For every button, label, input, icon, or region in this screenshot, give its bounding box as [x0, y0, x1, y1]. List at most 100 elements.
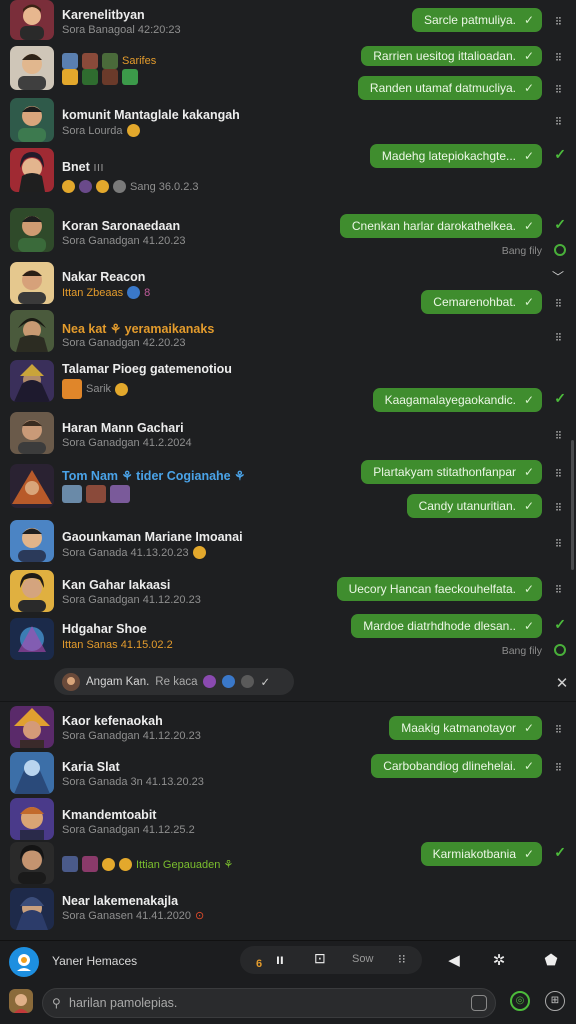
avatar	[10, 842, 54, 884]
chat-row[interactable]: Tom Nam ⚘ tider Cogianahe ⚘ Plartakyam s…	[0, 460, 576, 520]
chat-subtitle: Ittan Zbeaas 8	[62, 286, 151, 299]
chat-row[interactable]: Nakar Reacon Ittan Zbeaas 8 ﹀ Cemarenohba…	[0, 260, 576, 314]
camera-button[interactable]: ⊞	[545, 991, 565, 1011]
avatar	[10, 618, 54, 660]
chat-row[interactable]: Talamar Pioeg gatemenotiou Sarik Kaagama…	[0, 358, 576, 412]
message-bubble[interactable]: Cnenkan harlar darokathelkea. ✓	[339, 214, 542, 238]
avatar-thumb	[82, 53, 98, 69]
chat-subtitle	[62, 485, 130, 503]
chat-row[interactable]: Kaor kefenaokah Sora Ganadgan 41.12.20.2…	[0, 704, 576, 750]
close-icon[interactable]: ✕	[554, 674, 570, 692]
drag-handle-icon[interactable]: ⁝⁝	[551, 82, 565, 96]
chat-name: Koran Saronaedaan	[62, 219, 181, 233]
drag-handle-icon[interactable]: ⁝⁝	[551, 114, 565, 128]
chat-row[interactable]: Kmandemtoabit Sora Ganadgan 41.12.25.2	[0, 796, 576, 842]
chat-row[interactable]: Gaounkaman Mariane Imoanai Sora Ganada 4…	[0, 520, 576, 568]
toolbar-title: Yaner Hemaces	[52, 954, 138, 968]
drag-handle-icon[interactable]: ⁝⁝	[551, 500, 565, 514]
composer: ⚲ harilan pamolepias. ◎ ⊞	[0, 980, 576, 1024]
user-avatar[interactable]	[9, 989, 33, 1013]
chat-row[interactable]: Koran Saronaedaan Sora Ganadgan 41.20.23…	[0, 208, 576, 260]
chat-row[interactable]: Bnet ııı Sang 36.0.2.3 Madehg latepiokac…	[0, 144, 576, 208]
chat-name: Ittian Gepauaden ⚘	[136, 858, 234, 871]
read-check-icon: ✓	[523, 759, 534, 773]
message-bubble[interactable]: Mardoe diatrhdhode dlesan.. ✓	[351, 614, 542, 638]
chat-row[interactable]: Ittian Gepauaden ⚘ Karmiakotbania ✓ ✓	[0, 842, 576, 886]
message-bubble[interactable]: Candy utanuritian. ✓	[406, 494, 542, 518]
avatar-thumb	[86, 485, 106, 503]
globe-icon	[222, 675, 236, 688]
message-bubble[interactable]: Sarcle patmuliya. ✓	[411, 8, 542, 32]
pause-icon[interactable]: ıı	[276, 951, 284, 967]
chat-row[interactable]: Nea kat ⚘ yeramaikanaks Sora Ganadgan 42…	[0, 310, 576, 358]
message-bubble[interactable]: Madehg latepiokachgte... ✓	[369, 144, 542, 168]
avatar	[10, 98, 54, 142]
emoji-icon	[102, 857, 115, 871]
chat-name: Kan Gahar Iakaasi	[62, 578, 171, 592]
chat-name: Sarifes	[122, 55, 157, 67]
chat-row[interactable]: Karia Slat Sora Ganada 3n 41.13.20.23 Ca…	[0, 750, 576, 796]
drag-handle-icon[interactable]: ⁝⁝	[551, 296, 565, 310]
delivered-check-icon: ✓	[554, 616, 566, 632]
drag-handle-icon[interactable]: ⁝⁝	[551, 14, 565, 28]
chat-name: Near lakemenakajla	[62, 894, 179, 908]
megaphone-icon[interactable]: ◀	[444, 951, 464, 971]
drag-handle-icon[interactable]: ⁝⁝	[551, 466, 565, 480]
message-bubble[interactable]: Maakig katmanotayor ✓	[389, 716, 542, 740]
chat-row[interactable]: komunit Mantaglale kakangah Sora Lourda …	[0, 96, 576, 146]
message-input[interactable]: ⚲ harilan pamolepias.	[42, 988, 496, 1018]
chat-subtitle: Ittan Sanas 41.15.02.2	[62, 639, 173, 651]
read-check-icon: ✓	[523, 49, 534, 63]
chat-row[interactable]: Haran Mann Gachari Sora Ganadgan 41.2.20…	[0, 410, 576, 460]
inbox-icon[interactable]: ⊡	[314, 950, 326, 967]
chat-row[interactable]: Kan Gahar Iakaasi Sora Ganadgan 41.12.20…	[0, 568, 576, 616]
avatar-thumb	[122, 69, 138, 85]
counter-badge: 6	[256, 958, 263, 970]
chat-subtitle: Sora Ganadgan 41.2.2024	[62, 437, 192, 449]
avatar-thumb	[62, 856, 78, 872]
drag-handle-icon[interactable]: ⁝⁝	[551, 330, 565, 344]
app-logo-icon[interactable]	[9, 947, 39, 977]
chat-name: Nea kat ⚘ yeramaikanaks	[62, 322, 215, 336]
chat-subtitle: Sora Lourda	[62, 124, 140, 137]
chat-subtitle	[62, 69, 138, 85]
chat-row[interactable]: Karenelitbyan Sora Banagoal 42:20:23 Sar…	[0, 0, 576, 46]
chat-row[interactable]: Near lakemenakajla Sora Ganasen 41.41.20…	[0, 886, 576, 932]
scrollbar[interactable]	[571, 440, 574, 570]
message-bubble[interactable]: Rarrien uesitog ittalioadan. ✓	[361, 46, 542, 66]
chevron-down-icon[interactable]: ﹀	[552, 268, 564, 285]
reply-preview[interactable]: Angam Kan. Re kaca ✓	[54, 668, 294, 695]
message-bubble[interactable]: Carbobandiog dlinehelai. ✓	[371, 754, 542, 778]
read-check-icon: ✓	[523, 499, 534, 513]
shield-icon[interactable]: ⬟	[541, 951, 561, 971]
drag-handle-icon[interactable]: ⁝⁝	[551, 582, 565, 596]
input-placeholder: harilan pamolepias.	[69, 996, 178, 1010]
drag-handle-icon[interactable]: ⁝⁝	[551, 50, 565, 64]
emoji-icon	[119, 857, 132, 871]
drag-handle-icon[interactable]: ⁝⁝	[551, 428, 565, 442]
chat-subtitle: Sora Ganadgan 41.12.25.2	[62, 824, 195, 836]
message-bubble[interactable]: Karmiakotbania ✓	[420, 842, 542, 866]
reply-label: Angam Kan.	[86, 675, 150, 688]
voice-button[interactable]: ◎	[510, 991, 530, 1011]
delivered-check-icon: ✓	[554, 216, 566, 232]
delivered-check-icon: ✓	[554, 146, 566, 162]
drag-handle-icon[interactable]: ⁝⁝	[551, 722, 565, 736]
message-bubble[interactable]: Kaagamalayegaokandic. ✓	[372, 388, 542, 412]
drag-handle-icon[interactable]: ⁝⁝	[551, 536, 565, 550]
chat-row[interactable]: Hdgahar Shoe Ittan Sanas 41.15.02.2 Mard…	[0, 614, 576, 666]
attach-icon[interactable]	[471, 995, 487, 1011]
chat-row[interactable]: Sarifes Rarrien uesitog ittalioadan. ✓ Ra…	[0, 46, 576, 100]
avatar	[10, 706, 54, 748]
avatar-thumb	[102, 53, 118, 69]
more-icon[interactable]: ⁝⁝	[398, 952, 406, 966]
chat-subtitle: Sora Ganada 41.13.20.23	[62, 546, 206, 559]
drag-handle-icon[interactable]: ⁝⁝	[551, 760, 565, 774]
read-check-icon: ✓	[523, 219, 534, 233]
read-check-icon: ✓	[523, 582, 534, 596]
settings-icon[interactable]: ✲	[489, 951, 509, 971]
message-bubble[interactable]: Plartakyam stitathonfanpar ✓	[361, 460, 542, 484]
segmented-control[interactable]: 6 ıı ⊡ Sow ⁝⁝	[240, 946, 422, 974]
message-bubble[interactable]: Uecory Hancan faeckouhelfata. ✓	[336, 577, 542, 601]
chat-name: Tom Nam ⚘ tider Cogianahe ⚘	[62, 469, 246, 483]
